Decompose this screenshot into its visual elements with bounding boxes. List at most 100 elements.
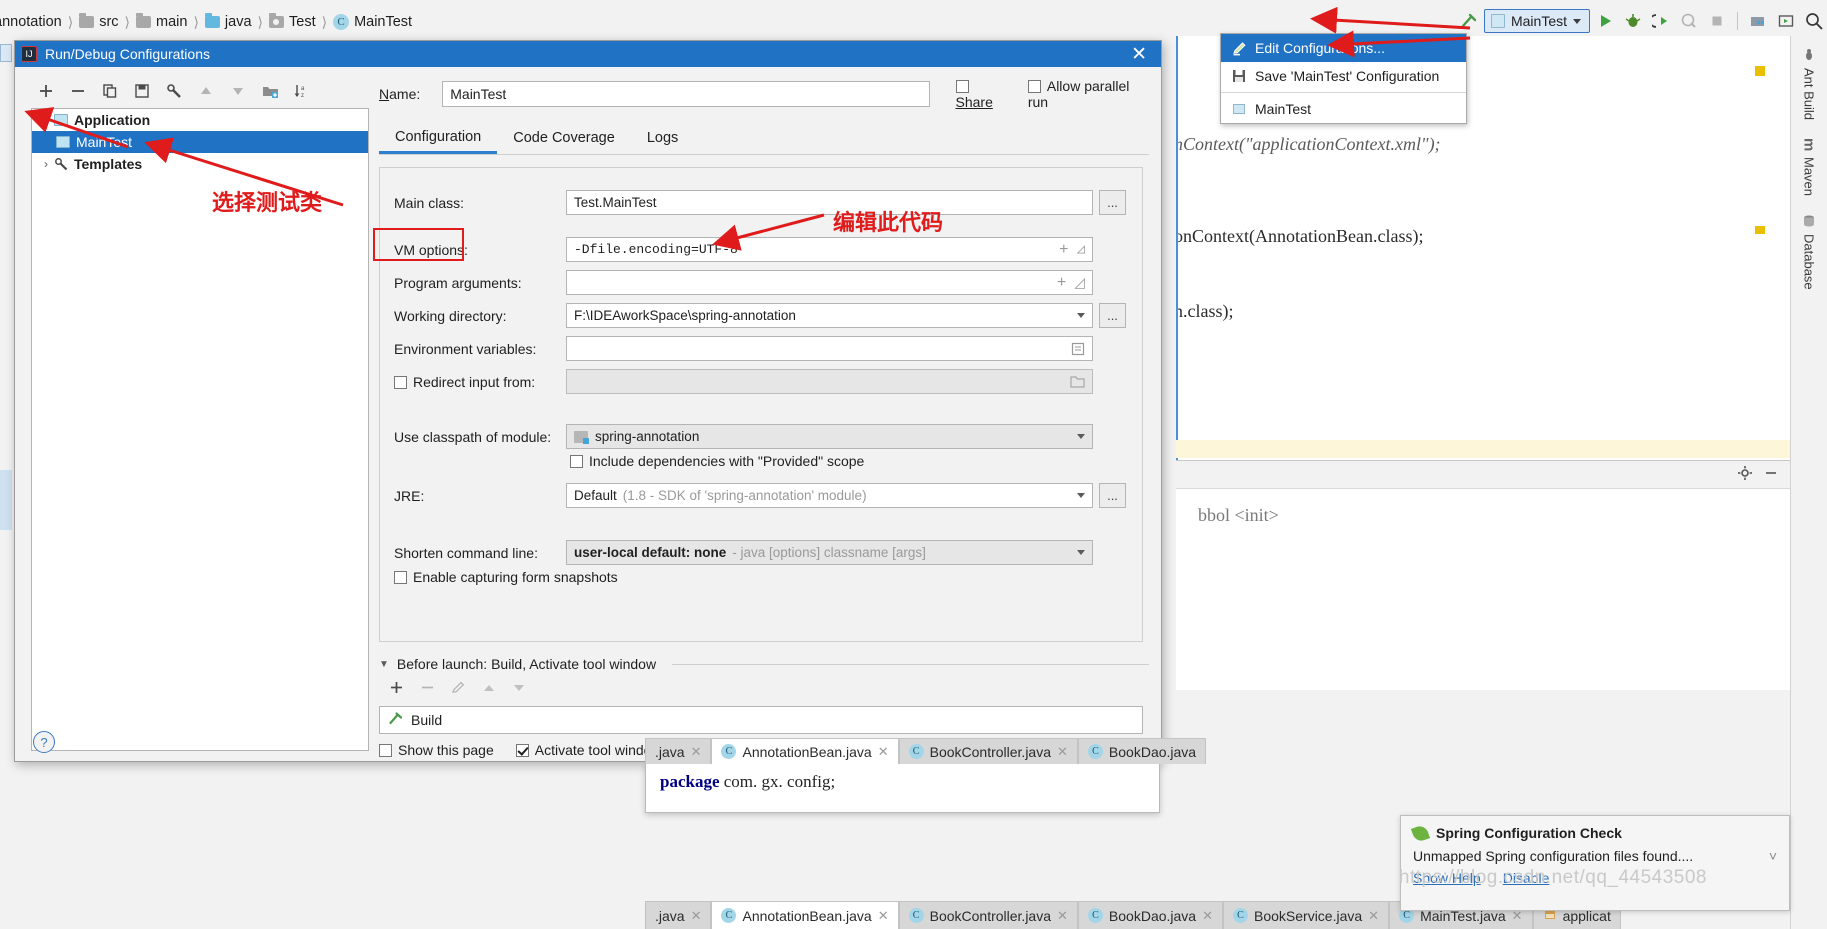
sort-alphabetically-icon[interactable]: az: [293, 82, 311, 100]
class-icon: C: [721, 744, 737, 759]
close-icon[interactable]: ✕: [878, 744, 889, 760]
allow-parallel-run-checkbox[interactable]: Allow parallel run: [1027, 78, 1149, 110]
menu-item-save-configuration[interactable]: Save 'MainTest' Configuration: [1221, 62, 1466, 90]
edit-templates-icon[interactable]: [165, 82, 183, 100]
tree-item-application[interactable]: ˅ Application: [32, 109, 368, 131]
close-icon[interactable]: ✕: [1057, 908, 1068, 924]
class-icon: C: [1087, 744, 1103, 759]
stop-icon[interactable]: [1704, 9, 1730, 33]
copy-icon[interactable]: [101, 82, 119, 100]
project-structure-icon[interactable]: [1745, 9, 1771, 33]
chevron-down-icon[interactable]: ˅: [1769, 848, 1777, 864]
expand-icon[interactable]: ◿: [1074, 274, 1085, 291]
minimize-icon[interactable]: [1763, 465, 1779, 484]
configurations-tree[interactable]: ˅ Application MainTest › Templates: [31, 108, 369, 751]
redirect-input-checkbox[interactable]: Redirect input from:: [394, 374, 535, 390]
vm-options-actions: + ◿: [1059, 241, 1085, 259]
program-arguments-input[interactable]: + ◿: [566, 270, 1093, 295]
bottom-tab-partial[interactable]: .java ✕: [645, 901, 712, 929]
enable-capturing-snapshots-checkbox[interactable]: Enable capturing form snapshots: [394, 569, 1126, 585]
main-class-browse-button[interactable]: ...: [1099, 190, 1126, 215]
add-icon[interactable]: +: [1057, 274, 1066, 292]
help-button[interactable]: ?: [33, 731, 55, 753]
environment-variables-browse[interactable]: [1071, 342, 1085, 356]
expand-icon[interactable]: ◿: [1077, 241, 1085, 258]
tool-window-ant-build[interactable]: Ant Build: [1791, 42, 1827, 126]
environment-variables-input[interactable]: [566, 336, 1093, 361]
include-provided-scope-checkbox[interactable]: Include dependencies with "Provided" sco…: [570, 453, 1126, 469]
move-up-icon[interactable]: [197, 82, 215, 100]
redirect-input-browse[interactable]: [1070, 375, 1085, 388]
chevron-down-icon[interactable]: ˅: [38, 113, 54, 127]
build-hammer-icon[interactable]: [1456, 9, 1482, 33]
shorten-command-line-select[interactable]: user-local default: none - java [options…: [566, 540, 1093, 565]
menu-item-maintest[interactable]: MainTest: [1221, 95, 1466, 123]
search-everywhere-icon[interactable]: [1801, 9, 1827, 33]
before-launch-header[interactable]: ▼ Before launch: Build, Activate tool wi…: [379, 656, 1149, 672]
working-directory-browse-button[interactable]: ...: [1099, 303, 1126, 328]
activate-tool-window-checkbox[interactable]: Activate tool window: [515, 742, 662, 758]
debug-icon[interactable]: [1620, 9, 1646, 33]
tab-code-coverage[interactable]: Code Coverage: [497, 122, 631, 154]
profile-icon[interactable]: [1676, 9, 1702, 33]
editor-tab-bookcontroller[interactable]: C BookController.java ✕: [898, 738, 1078, 764]
move-down-icon[interactable]: [229, 82, 247, 100]
working-directory-input[interactable]: F:\IDEAworkSpace\spring-annotation: [566, 303, 1093, 328]
breadcrumb-item-test[interactable]: Test: [269, 13, 316, 30]
add-icon[interactable]: [389, 680, 404, 700]
breadcrumb-item-main[interactable]: main: [136, 13, 188, 30]
editor-tab-partial[interactable]: .java ✕: [645, 738, 712, 764]
show-this-page-checkbox[interactable]: Show this page: [379, 742, 494, 758]
run-with-coverage-icon[interactable]: [1648, 9, 1674, 33]
run-icon[interactable]: [1592, 9, 1618, 33]
tab-logs[interactable]: Logs: [631, 122, 694, 154]
run-configuration-selector[interactable]: MainTest: [1483, 9, 1590, 33]
close-icon[interactable]: ✕: [878, 908, 889, 924]
tree-item-maintest[interactable]: MainTest: [32, 131, 368, 153]
remove-icon[interactable]: [69, 82, 87, 100]
name-input[interactable]: MainTest: [442, 81, 930, 107]
bottom-tab-bookservice[interactable]: C BookService.java ✕: [1223, 901, 1390, 929]
menu-item-edit-configurations[interactable]: Edit Configurations...: [1221, 34, 1466, 62]
add-icon[interactable]: [37, 82, 55, 100]
ant-icon: [1802, 48, 1817, 62]
use-classpath-select[interactable]: spring-annotation: [566, 424, 1093, 449]
new-folder-icon[interactable]: [261, 82, 279, 100]
bottom-tab-annotationbean[interactable]: C AnnotationBean.java ✕: [711, 901, 899, 929]
main-class-input[interactable]: Test.MainTest: [566, 190, 1093, 215]
close-icon[interactable]: ✕: [691, 908, 702, 924]
close-icon[interactable]: ✕: [1202, 908, 1213, 924]
bottom-tab-bookcontroller[interactable]: C BookController.java ✕: [898, 901, 1078, 929]
jre-select[interactable]: Default (1.8 - SDK of 'spring-annotation…: [566, 483, 1093, 508]
save-configuration-icon[interactable]: [133, 82, 151, 100]
settings-gear-icon[interactable]: [1737, 465, 1753, 484]
open-terminal-icon[interactable]: [1773, 9, 1799, 33]
vm-options-input[interactable]: -Dfile.encoding=UTF-8 + ◿: [566, 237, 1093, 262]
editor-tab-bookdao[interactable]: C BookDao.java: [1077, 738, 1207, 764]
editor-tab-annotationbean[interactable]: C AnnotationBean.java ✕: [711, 738, 899, 764]
close-icon[interactable]: ✕: [691, 744, 702, 760]
close-icon[interactable]: ✕: [1057, 744, 1068, 760]
breadcrumb-label: Test: [289, 14, 316, 30]
tree-item-templates[interactable]: › Templates: [32, 153, 368, 175]
breadcrumb-item-java[interactable]: java: [204, 13, 252, 30]
share-checkbox[interactable]: Share: [955, 78, 1010, 110]
floating-editor-popup[interactable]: package com. gx. config;: [645, 763, 1160, 813]
jre-browse-button[interactable]: ...: [1099, 483, 1126, 508]
breadcrumb-label: main: [156, 14, 188, 30]
add-icon[interactable]: +: [1059, 241, 1069, 259]
bottom-tab-bookdao[interactable]: C BookDao.java ✕: [1077, 901, 1223, 929]
before-launch-task-list[interactable]: Build: [379, 706, 1143, 734]
chevron-right-icon[interactable]: ›: [38, 157, 54, 171]
close-icon[interactable]: ✕: [1368, 908, 1379, 924]
tool-window-maven[interactable]: m Maven: [1791, 132, 1827, 202]
tab-configuration[interactable]: Configuration: [379, 122, 498, 154]
close-icon[interactable]: ✕: [1123, 45, 1155, 64]
breadcrumb-item-src[interactable]: src: [79, 13, 119, 30]
working-directory-dropdown[interactable]: [1077, 313, 1085, 318]
folder-icon: [79, 13, 95, 28]
breadcrumb-item-project[interactable]: annotation: [0, 14, 62, 30]
breadcrumb-item-maintest[interactable]: C MainTest: [333, 14, 412, 30]
tool-window-database[interactable]: Database: [1791, 208, 1827, 296]
name-value: MainTest: [450, 86, 507, 102]
